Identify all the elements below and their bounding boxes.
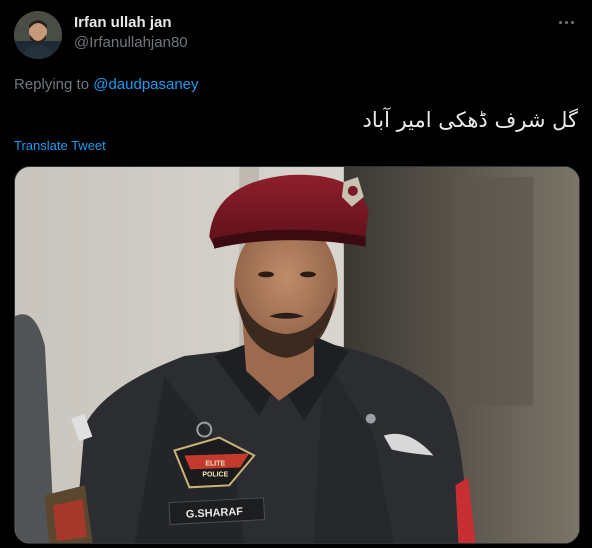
dot	[570, 20, 574, 24]
badge-line-1: ELITE	[205, 460, 225, 467]
dot	[564, 20, 568, 24]
police-officer-photo: ELITE POLICE G.SHARAF	[15, 167, 579, 543]
author-handle[interactable]: @Irfanullahjan80	[74, 34, 188, 51]
author-name[interactable]: Irfan ullah jan	[74, 14, 172, 31]
replying-to-label: Replying to	[14, 76, 90, 93]
tweet-media-photo[interactable]: ELITE POLICE G.SHARAF	[14, 166, 580, 544]
badge-line-2: POLICE	[202, 471, 228, 478]
avatar-image	[14, 11, 62, 59]
tweet-text: گل شرف ڈھکی امیر آباد	[362, 108, 578, 132]
translate-tweet-link[interactable]: Translate Tweet	[14, 138, 106, 153]
more-options-icon[interactable]	[554, 12, 578, 32]
reply-mention-link[interactable]: @daudpasaney	[93, 76, 198, 93]
author-avatar[interactable]	[14, 11, 62, 59]
replying-to: Replying to @daudpasaney	[14, 76, 199, 93]
dot	[558, 20, 562, 24]
